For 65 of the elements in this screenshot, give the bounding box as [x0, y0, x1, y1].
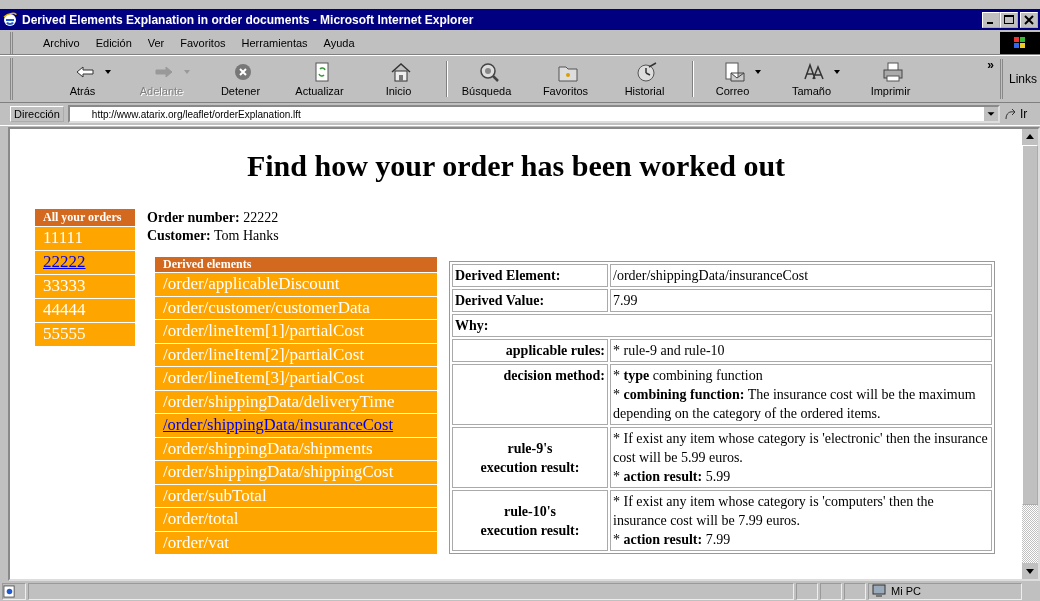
links-button[interactable]: Links	[1000, 59, 1040, 99]
toolbar-button[interactable]: Tamaño	[772, 61, 851, 97]
caret-icon	[754, 70, 761, 74]
menu-item[interactable]: Ver	[147, 37, 165, 49]
caret-icon	[183, 70, 190, 74]
toolbar-button[interactable]: Atrás	[43, 61, 122, 97]
page-icon	[3, 584, 16, 598]
toolbar-button[interactable]: Actualizar	[280, 61, 359, 97]
table-cell: Derived Element:	[452, 264, 608, 287]
order-number: Order number: 22222	[147, 209, 280, 227]
scroll-up-button[interactable]	[1022, 129, 1038, 145]
page-heading: Find how your order has been worked out	[245, 149, 787, 183]
toolbar-button[interactable]: Favoritos	[526, 61, 605, 97]
browser-logo-icon	[2, 11, 18, 28]
table-cell: Why:	[452, 314, 992, 337]
windows-logo-icon	[1000, 32, 1040, 54]
status-pane	[844, 582, 866, 600]
toolbar-button[interactable]: Imprimir	[851, 61, 930, 97]
menu-item[interactable]: Edición	[95, 37, 132, 49]
menu-item[interactable]: Herramientas	[241, 37, 308, 49]
close-button[interactable]	[1020, 11, 1038, 28]
toolbar-button[interactable]: Inicio	[359, 61, 438, 97]
derived-header: Derived elements	[155, 257, 437, 272]
table-cell: rule-10's execution result:	[452, 490, 608, 551]
table-cell: applicable rules:	[452, 339, 608, 362]
scrollbar-thumb[interactable]	[1022, 145, 1038, 505]
table-cell: rule-9's execution result:	[452, 427, 608, 488]
caret-icon	[104, 70, 111, 74]
customer-name: Customer: Tom Hanks	[147, 227, 280, 245]
table-cell: decision method:	[452, 364, 608, 425]
caret-icon	[833, 70, 840, 74]
status-pane	[820, 582, 842, 600]
maximize-button[interactable]	[1000, 11, 1018, 28]
derived-element-link[interactable]: /order/shippingData/insuranceCost	[155, 414, 437, 437]
mail-icon	[722, 61, 747, 83]
toolbar-button[interactable]: Correo	[692, 61, 772, 97]
address-label: Dirección	[10, 106, 64, 122]
security-zone: Mi PC	[868, 582, 1022, 600]
print-icon	[880, 61, 905, 83]
go-button[interactable]: Ir	[1004, 107, 1040, 121]
table-cell: * rule-9 and rule-10	[610, 339, 992, 362]
status-pane	[796, 582, 818, 600]
table-cell: 7.99	[610, 289, 992, 312]
orders-header: All your orders	[35, 209, 135, 226]
toolbar-button[interactable]: Detener	[201, 61, 280, 97]
window-title: Derived Elements Explanation in order documents - Microsoft Internet Explorer	[22, 12, 475, 27]
menu-item[interactable]: Archivo	[43, 37, 80, 49]
table-cell: *type combining function *combining function: The insurance cost will be the maximum depending on the category of the ordered items.	[610, 364, 992, 425]
table-cell: * If exist any item whose category is 'electronic' then the insurance cost will be 5.99 euros. *action result: 5.99	[610, 427, 992, 488]
table-cell: * If exist any item whose category is 'computers' then the insurance cost will be 7.99 euros. *action result: 7.99	[610, 490, 992, 551]
toolbar-button[interactable]: Búsqueda	[446, 61, 526, 97]
dropdown-button[interactable]	[984, 107, 998, 121]
address-field[interactable]: http://www.atarix.org/leaflet/orderExplanation.lft	[67, 105, 1000, 123]
scroll-down-button[interactable]	[1022, 563, 1038, 579]
menu-item[interactable]: Ayuda	[323, 37, 355, 49]
table-cell: Derived Value:	[452, 289, 608, 312]
order-link[interactable]: 22222	[35, 251, 135, 274]
toolbar-button[interactable]: Historial	[605, 61, 684, 97]
table-cell: /order/shippingData/insuranceCost	[610, 264, 992, 287]
minimize-button[interactable]	[982, 11, 1000, 28]
menu-item[interactable]: Favoritos	[180, 37, 226, 49]
clock-icon	[634, 61, 659, 83]
computer-icon	[871, 584, 887, 598]
go-arrow-icon	[1004, 108, 1018, 120]
more-button[interactable]: »	[987, 58, 994, 72]
